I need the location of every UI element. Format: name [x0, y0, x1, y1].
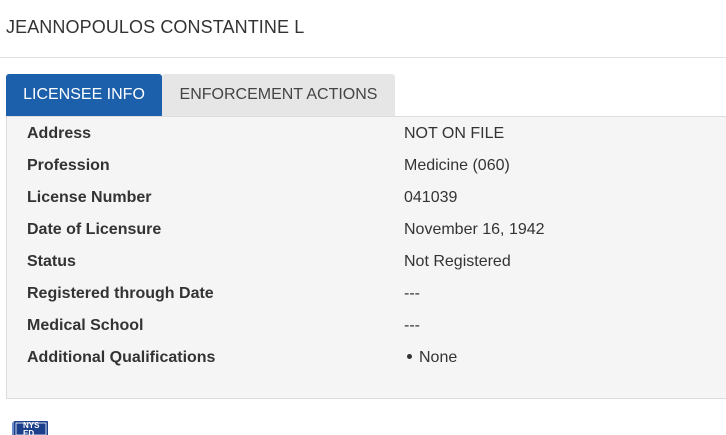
additional-qualifications-label: Additional Qualifications	[27, 349, 216, 366]
page-title: JEANNOPOULOS CONSTANTINE L	[6, 17, 305, 37]
info-row-address: Address NOT ON FILE	[7, 125, 726, 157]
registered-through-date-value: ---	[404, 285, 420, 302]
license-number-value: 041039	[404, 189, 458, 206]
tab-licensee-info[interactable]: LICENSEE INFO	[6, 74, 162, 116]
page-header: JEANNOPOULOS CONSTANTINE L	[0, 0, 726, 58]
medical-school-label: Medical School	[27, 317, 144, 334]
nysed-logo-text: NYS ED	[23, 421, 40, 435]
status-value: Not Registered	[404, 253, 511, 270]
info-row-profession: Profession Medicine (060)	[7, 157, 726, 189]
licensee-info-panel: Address NOT ON FILE Profession Medicine …	[6, 116, 726, 399]
nysed-logo: NYS ED	[10, 419, 50, 435]
medical-school-value: ---	[404, 317, 420, 334]
tab-bar: LICENSEE INFO ENFORCEMENT ACTIONS	[6, 74, 726, 117]
date-of-licensure-value: November 16, 1942	[404, 221, 545, 238]
info-row-registered-through-date: Registered through Date ---	[7, 285, 726, 317]
additional-qualifications-value: None	[404, 349, 457, 367]
info-row-additional-qualifications: Additional Qualifications None	[7, 349, 726, 381]
license-number-label: License Number	[27, 189, 152, 206]
tab-enforcement-actions[interactable]: ENFORCEMENT ACTIONS	[162, 74, 395, 116]
profession-label: Profession	[27, 157, 110, 174]
status-label: Status	[27, 253, 76, 270]
bullet-icon	[407, 353, 412, 359]
address-value: NOT ON FILE	[404, 125, 505, 142]
info-row-status: Status Not Registered	[7, 253, 726, 285]
info-row-medical-school: Medical School ---	[7, 317, 726, 349]
info-row-license-number: License Number 041039	[7, 189, 726, 221]
address-label: Address	[27, 125, 92, 142]
additional-qualification-item: None	[419, 349, 458, 366]
date-of-licensure-label: Date of Licensure	[27, 221, 162, 238]
profession-value: Medicine (060)	[404, 157, 510, 174]
registered-through-date-label: Registered through Date	[27, 285, 214, 302]
info-row-date-of-licensure: Date of Licensure November 16, 1942	[7, 221, 726, 253]
